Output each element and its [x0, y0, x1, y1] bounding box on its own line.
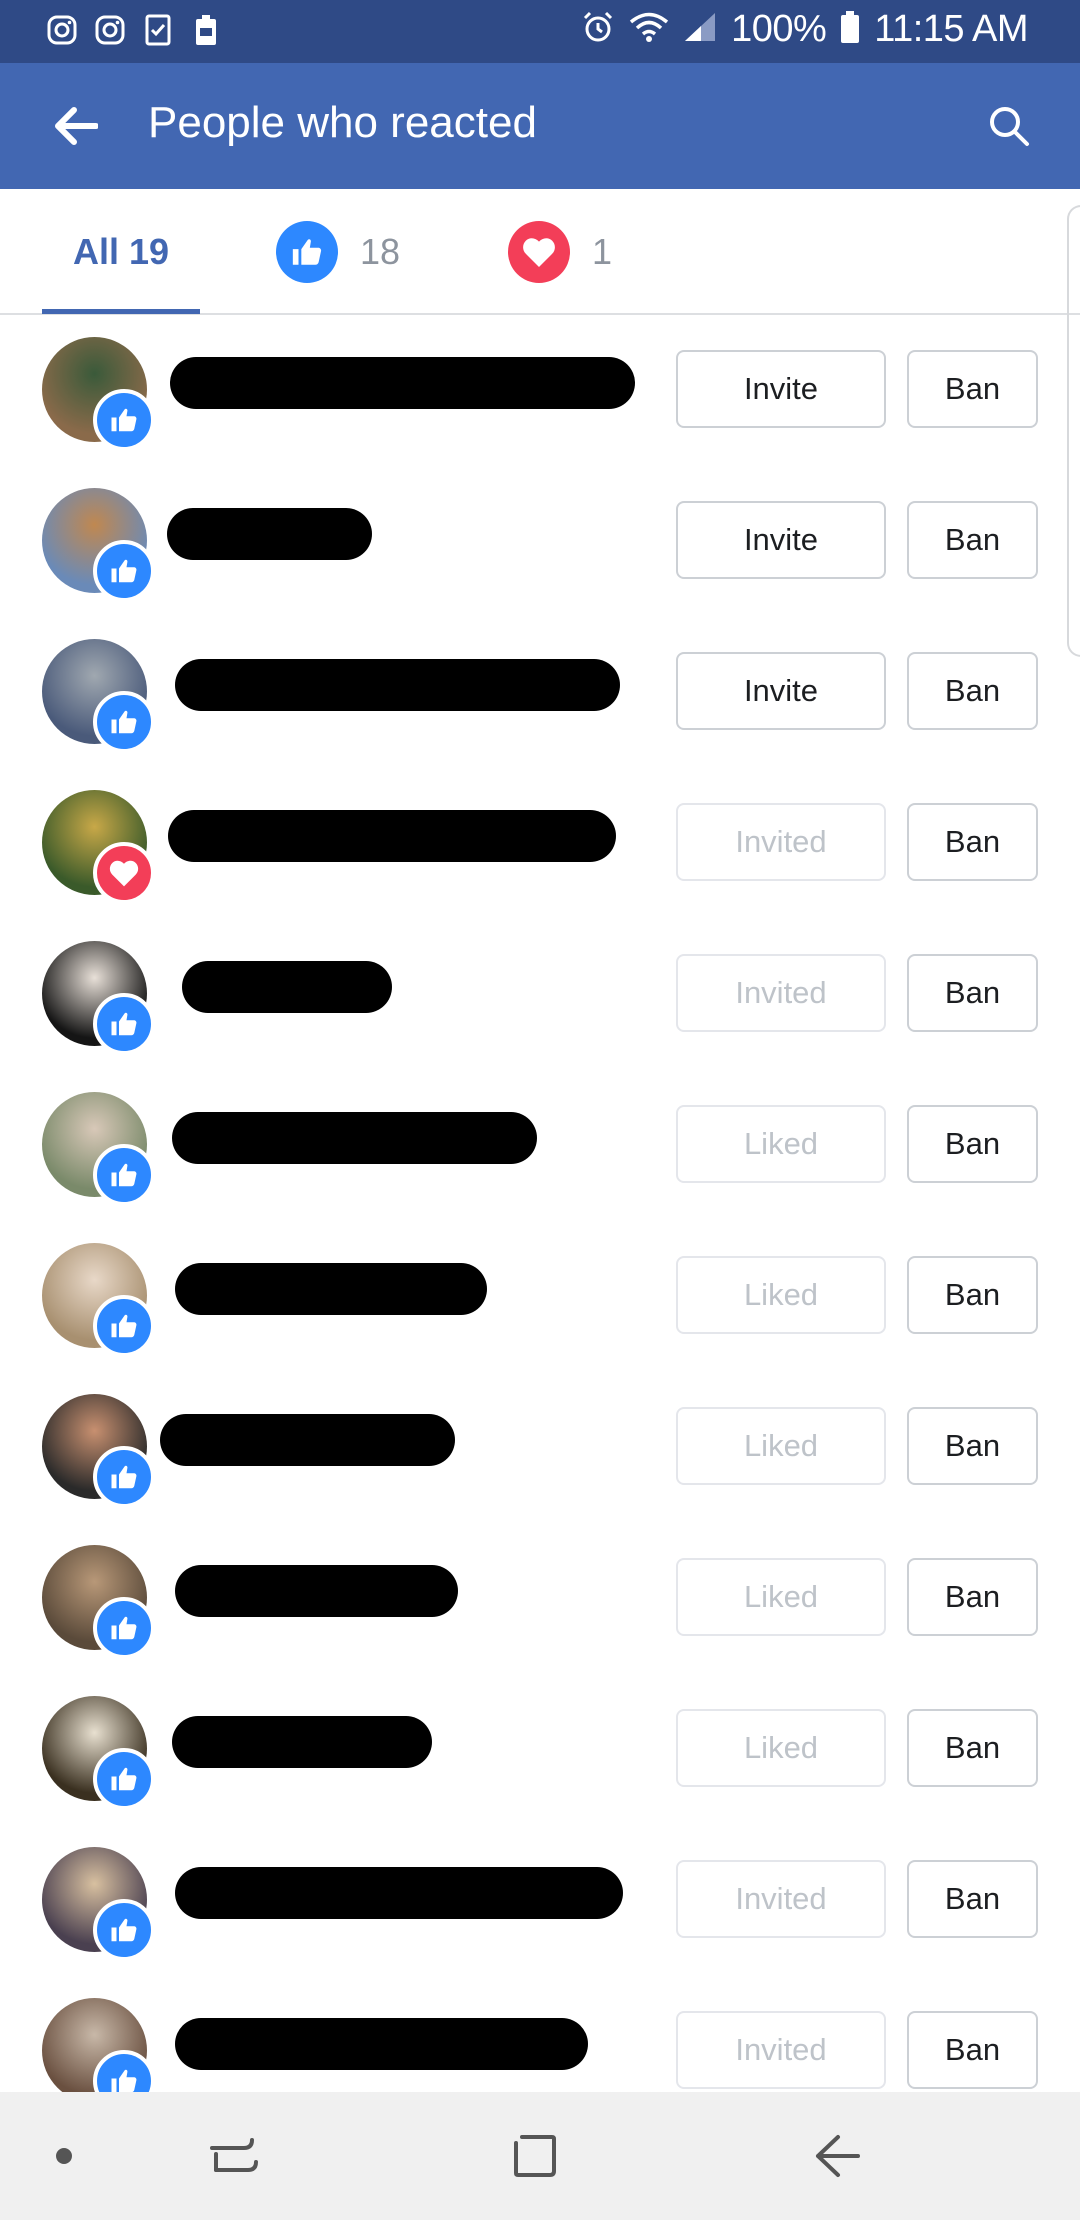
- invite-button[interactable]: Invite: [676, 501, 886, 579]
- back-button[interactable]: [42, 93, 108, 159]
- tab-love[interactable]: 1: [508, 189, 612, 315]
- list-item[interactable]: Liked Ban: [0, 1676, 1080, 1827]
- redacted-name[interactable]: [175, 1263, 487, 1315]
- like-icon: [93, 1597, 155, 1659]
- active-tab-indicator: [42, 309, 200, 314]
- redacted-name[interactable]: [175, 1565, 458, 1617]
- like-icon: [93, 1899, 155, 1961]
- ban-button[interactable]: Ban: [907, 954, 1038, 1032]
- back-nav-button[interactable]: [800, 2118, 876, 2194]
- like-icon: [93, 1295, 155, 1357]
- back-icon: [816, 2135, 860, 2177]
- ban-button[interactable]: Ban: [907, 501, 1038, 579]
- tab-all-label: All 19: [72, 231, 170, 272]
- battery-saver-icon: [190, 12, 222, 48]
- list-item[interactable]: Invite Ban: [0, 468, 1080, 619]
- nav-dot[interactable]: [56, 2148, 72, 2164]
- list-item[interactable]: Liked Ban: [0, 1072, 1080, 1223]
- status-notification-icons: [46, 12, 222, 48]
- reaction-tabs: All 19 18 1: [0, 189, 1080, 315]
- list-item[interactable]: Liked Ban: [0, 1223, 1080, 1374]
- ban-button[interactable]: Ban: [907, 1105, 1038, 1183]
- redacted-name[interactable]: [160, 1414, 455, 1466]
- clock: 11:15 AM: [874, 8, 1028, 50]
- tab-all[interactable]: All 19: [42, 189, 200, 315]
- status-button: Invited: [676, 1860, 886, 1938]
- like-icon: [93, 691, 155, 753]
- list-item[interactable]: Invite Ban: [0, 619, 1080, 770]
- love-count: 1: [592, 231, 613, 272]
- like-icon: [93, 1748, 155, 1810]
- home-button[interactable]: [497, 2118, 573, 2194]
- page-title: People who reacted: [148, 98, 537, 147]
- status-button: Liked: [676, 1105, 886, 1183]
- like-icon: [276, 221, 338, 283]
- like-icon: [93, 993, 155, 1055]
- status-button: Invited: [676, 954, 886, 1032]
- invite-button[interactable]: Invite: [676, 652, 886, 730]
- ban-button[interactable]: Ban: [907, 1407, 1038, 1485]
- ban-button[interactable]: Ban: [907, 350, 1038, 428]
- status-bar: 100% 11:15 AM: [0, 0, 1080, 63]
- redacted-name[interactable]: [175, 1867, 623, 1919]
- status-button: Invited: [676, 2011, 886, 2089]
- ban-button[interactable]: Ban: [907, 1256, 1038, 1334]
- redacted-name[interactable]: [175, 2018, 588, 2070]
- app-bar: People who reacted: [0, 63, 1080, 189]
- recent-apps-icon: [210, 2138, 258, 2172]
- like-count: 18: [360, 231, 401, 272]
- list-item[interactable]: Invited Ban: [0, 770, 1080, 921]
- like-icon: [93, 389, 155, 451]
- list-item[interactable]: Liked Ban: [0, 1374, 1080, 1525]
- list-item[interactable]: Invite Ban: [0, 317, 1080, 468]
- home-icon: [514, 2135, 556, 2177]
- alarm-icon: [581, 10, 615, 49]
- tab-like[interactable]: 18: [276, 189, 400, 315]
- recent-apps-button[interactable]: [196, 2118, 272, 2194]
- ban-button[interactable]: Ban: [907, 1860, 1038, 1938]
- people-list: Invite Ban Invite Ban Invite Ban Invited Ban Inv…: [0, 317, 1080, 2092]
- like-icon: [93, 540, 155, 602]
- status-button: Liked: [676, 1709, 886, 1787]
- ban-button[interactable]: Ban: [907, 1558, 1038, 1636]
- instagram-icon: [94, 12, 126, 48]
- like-icon: [93, 1144, 155, 1206]
- like-icon: [93, 1446, 155, 1508]
- ban-button[interactable]: Ban: [907, 652, 1038, 730]
- redacted-name[interactable]: [168, 810, 616, 862]
- status-button: Liked: [676, 1558, 886, 1636]
- status-button: Liked: [676, 1256, 886, 1334]
- love-icon: [93, 842, 155, 904]
- redacted-name[interactable]: [167, 508, 372, 560]
- list-item[interactable]: Invited Ban: [0, 1978, 1080, 2092]
- wifi-icon: [629, 11, 669, 48]
- list-item[interactable]: Invited Ban: [0, 921, 1080, 1072]
- search-icon: [990, 107, 1029, 146]
- battery-percent: 100%: [731, 8, 827, 50]
- redacted-name[interactable]: [170, 357, 635, 409]
- redacted-name[interactable]: [172, 1716, 432, 1768]
- arrow-left-icon: [55, 107, 98, 145]
- system-nav-bar: [0, 2092, 1080, 2220]
- list-item[interactable]: Liked Ban: [0, 1525, 1080, 1676]
- love-icon: [508, 221, 570, 283]
- search-button[interactable]: [976, 93, 1042, 159]
- battery-icon: [840, 10, 860, 49]
- status-system-icons: 100% 11:15 AM: [581, 8, 1028, 51]
- signal-icon: [683, 11, 717, 48]
- ban-button[interactable]: Ban: [907, 2011, 1038, 2089]
- redacted-name[interactable]: [182, 961, 392, 1013]
- ban-button[interactable]: Ban: [907, 803, 1038, 881]
- invite-button[interactable]: Invite: [676, 350, 886, 428]
- redacted-name[interactable]: [172, 1112, 537, 1164]
- list-item[interactable]: Invited Ban: [0, 1827, 1080, 1978]
- status-button: Invited: [676, 803, 886, 881]
- status-button: Liked: [676, 1407, 886, 1485]
- ban-button[interactable]: Ban: [907, 1709, 1038, 1787]
- instagram-icon: [46, 12, 78, 48]
- checklist-icon: [142, 12, 174, 48]
- redacted-name[interactable]: [175, 659, 620, 711]
